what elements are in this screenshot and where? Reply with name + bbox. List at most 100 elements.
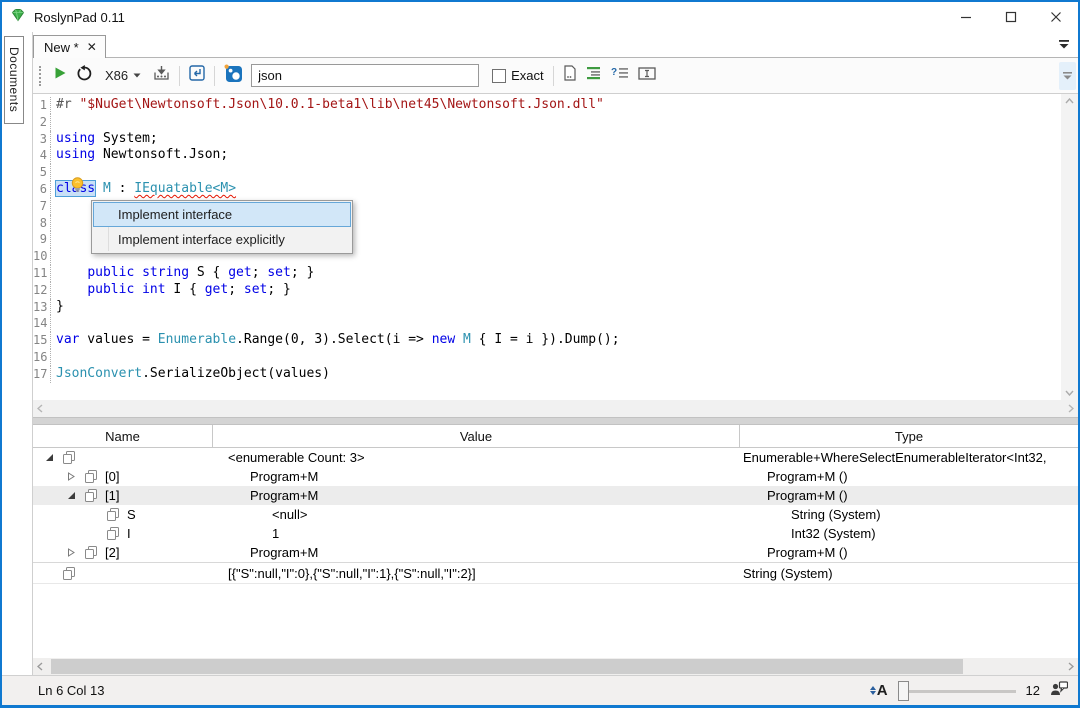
lightbulb-icon[interactable] (69, 176, 86, 200)
code-line[interactable]: 4using Newtonsoft.Json; (33, 147, 1061, 164)
scroll-down-icon[interactable] (1065, 390, 1074, 396)
code-line[interactable]: 16 (33, 349, 1061, 366)
result-name-cell (33, 567, 213, 580)
column-header-type[interactable]: Type (740, 425, 1078, 447)
result-name: [0] (105, 467, 119, 486)
menu-item[interactable]: Implement interface explicitly (93, 227, 351, 252)
copy-icon[interactable] (85, 546, 97, 559)
nuget-search-input[interactable] (251, 64, 479, 87)
minimize-button[interactable] (943, 2, 988, 32)
line-text (53, 349, 56, 366)
copy-icon[interactable] (107, 527, 119, 540)
report-problem-icon[interactable] (563, 65, 577, 86)
line-number: 9 (33, 231, 51, 248)
format-code-icon[interactable] (586, 66, 602, 85)
maximize-button[interactable] (988, 2, 1033, 32)
code-editor[interactable]: 1#r "$NuGet\Newtonsoft.Json\10.0.1-beta1… (33, 94, 1078, 400)
font-size-slider[interactable] (898, 681, 1016, 701)
result-type: Program+M () (740, 467, 1078, 486)
result-value: Program+M (213, 543, 740, 562)
svg-text:?: ? (611, 67, 617, 78)
result-row[interactable]: S<null>String (System) (33, 505, 1078, 524)
nuget-icon-button[interactable] (224, 64, 242, 87)
run-button[interactable] (54, 66, 67, 85)
feedback-icon[interactable] (1050, 680, 1068, 701)
scroll-up-icon[interactable] (1065, 98, 1074, 104)
result-type: String (System) (740, 563, 1078, 584)
exact-match-checkbox[interactable]: Exact (492, 68, 544, 83)
code-line[interactable]: 11 public string S { get; set; } (33, 265, 1061, 282)
line-text: using Newtonsoft.Json; (53, 147, 228, 164)
result-name: [2] (105, 543, 119, 562)
menu-item[interactable]: Implement interface (93, 202, 351, 227)
restart-button[interactable] (76, 65, 93, 87)
toolbar-overflow-button[interactable] (1059, 62, 1076, 90)
code-line[interactable]: 17JsonConvert.SerializeObject(values) (33, 366, 1061, 383)
result-value: <enumerable Count: 3> (213, 448, 740, 467)
tab-close-icon[interactable]: ✕ (87, 40, 97, 54)
result-row[interactable]: [0]Program+MProgram+M () (33, 467, 1078, 486)
code-line[interactable]: 13} (33, 299, 1061, 316)
toolbar-grip[interactable] (39, 66, 43, 86)
rename-icon[interactable] (638, 67, 656, 85)
expander-icon[interactable] (67, 547, 78, 558)
result-row[interactable]: [2]Program+MProgram+M () (33, 543, 1078, 562)
scroll-right-icon[interactable] (1068, 662, 1074, 671)
copy-icon[interactable] (63, 567, 75, 580)
editor-horizontal-scrollbar[interactable] (33, 400, 1078, 417)
close-button[interactable] (1033, 2, 1078, 32)
tab-bar: New * ✕ (33, 32, 1078, 58)
scroll-left-icon[interactable] (37, 404, 43, 413)
line-text: #r "$NuGet\Newtonsoft.Json\10.0.1-beta1\… (53, 97, 604, 114)
app-window: RoslynPad 0.11 Documents New * ✕ (0, 0, 1080, 708)
code-line[interactable]: 3using System; (33, 131, 1061, 148)
result-row[interactable]: [1]Program+MProgram+M () (33, 486, 1078, 505)
tab-list-icon[interactable] (1058, 36, 1070, 54)
result-row[interactable]: [{"S":null,"I":0},{"S":null,"I":1},{"S":… (33, 562, 1078, 584)
code-line[interactable]: 14 (33, 315, 1061, 332)
comment-format-icon[interactable]: ? (611, 66, 629, 85)
documents-panel-tab[interactable]: Documents (4, 36, 24, 124)
copy-icon[interactable] (107, 508, 119, 521)
code-line[interactable]: 2 (33, 114, 1061, 131)
document-tab-new[interactable]: New * ✕ (33, 35, 106, 58)
checkbox-box[interactable] (492, 69, 506, 83)
result-row[interactable]: I1Int32 (System) (33, 524, 1078, 543)
scrollbar-thumb[interactable] (51, 659, 963, 674)
line-text: JsonConvert.SerializeObject(values) (53, 366, 330, 383)
add-reference-button[interactable] (153, 65, 170, 86)
expander-icon[interactable] (45, 452, 56, 463)
results-horizontal-scrollbar[interactable] (33, 658, 1078, 675)
slider-thumb[interactable] (898, 681, 909, 701)
column-header-value[interactable]: Value (213, 425, 740, 447)
editor-vertical-scrollbar[interactable] (1061, 94, 1078, 400)
code-line[interactable]: 5 (33, 164, 1061, 181)
line-text: var values = Enumerable.Range(0, 3).Sele… (53, 332, 620, 349)
chevron-down-icon (133, 73, 141, 78)
results-header: Name Value Type (33, 425, 1078, 448)
code-line[interactable]: 12 public int I { get; set; } (33, 282, 1061, 299)
column-header-name[interactable]: Name (33, 425, 213, 447)
result-name-cell: [1] (33, 486, 213, 505)
code-line[interactable]: 15var values = Enumerable.Range(0, 3).Se… (33, 332, 1061, 349)
platform-dropdown[interactable]: X86 (102, 66, 144, 85)
scroll-left-icon[interactable] (37, 662, 43, 671)
scroll-right-icon[interactable] (1068, 404, 1074, 413)
expander-icon[interactable] (67, 490, 78, 501)
slider-track[interactable] (898, 690, 1016, 693)
code-line[interactable]: 1#r "$NuGet\Newtonsoft.Json\10.0.1-beta1… (33, 97, 1061, 114)
expander-icon[interactable] (67, 471, 78, 482)
result-row[interactable]: <enumerable Count: 3>Enumerable+WhereSel… (33, 448, 1078, 467)
format-document-button[interactable] (189, 65, 205, 86)
editor-results-splitter[interactable] (33, 417, 1078, 425)
result-name-cell (33, 451, 213, 464)
line-number: 6 (33, 181, 51, 198)
line-number: 2 (33, 114, 51, 131)
toolbar: X86 Exact ? (33, 58, 1078, 94)
result-name-cell: I (33, 524, 213, 543)
font-size-value: 12 (1026, 683, 1040, 698)
copy-icon[interactable] (63, 451, 75, 464)
copy-icon[interactable] (85, 470, 97, 483)
copy-icon[interactable] (85, 489, 97, 502)
code-line[interactable]: 6class M : IEquatable<M> (33, 181, 1061, 198)
